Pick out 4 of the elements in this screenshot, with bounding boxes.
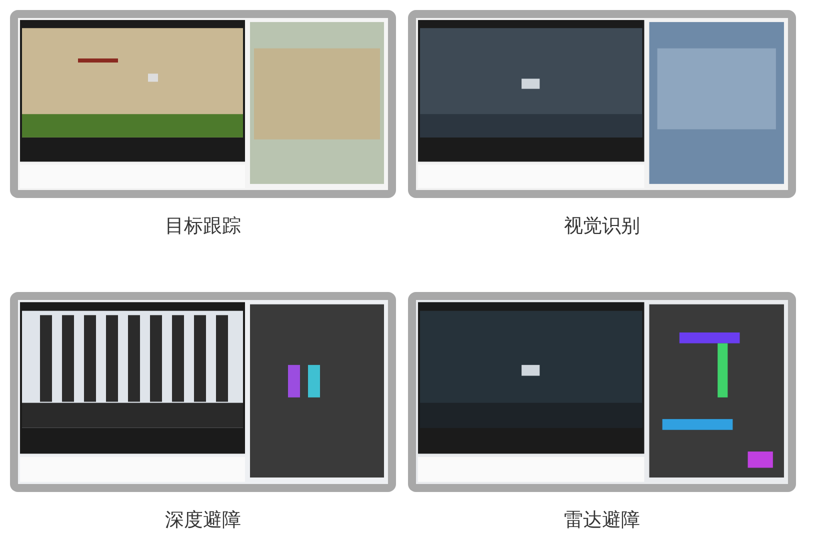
feature-caption: 雷达避障 — [563, 508, 641, 533]
feature-caption: 视觉识别 — [563, 214, 641, 239]
feature-caption: 深度避障 — [164, 508, 242, 533]
feature-caption: 目标跟踪 — [164, 214, 242, 239]
